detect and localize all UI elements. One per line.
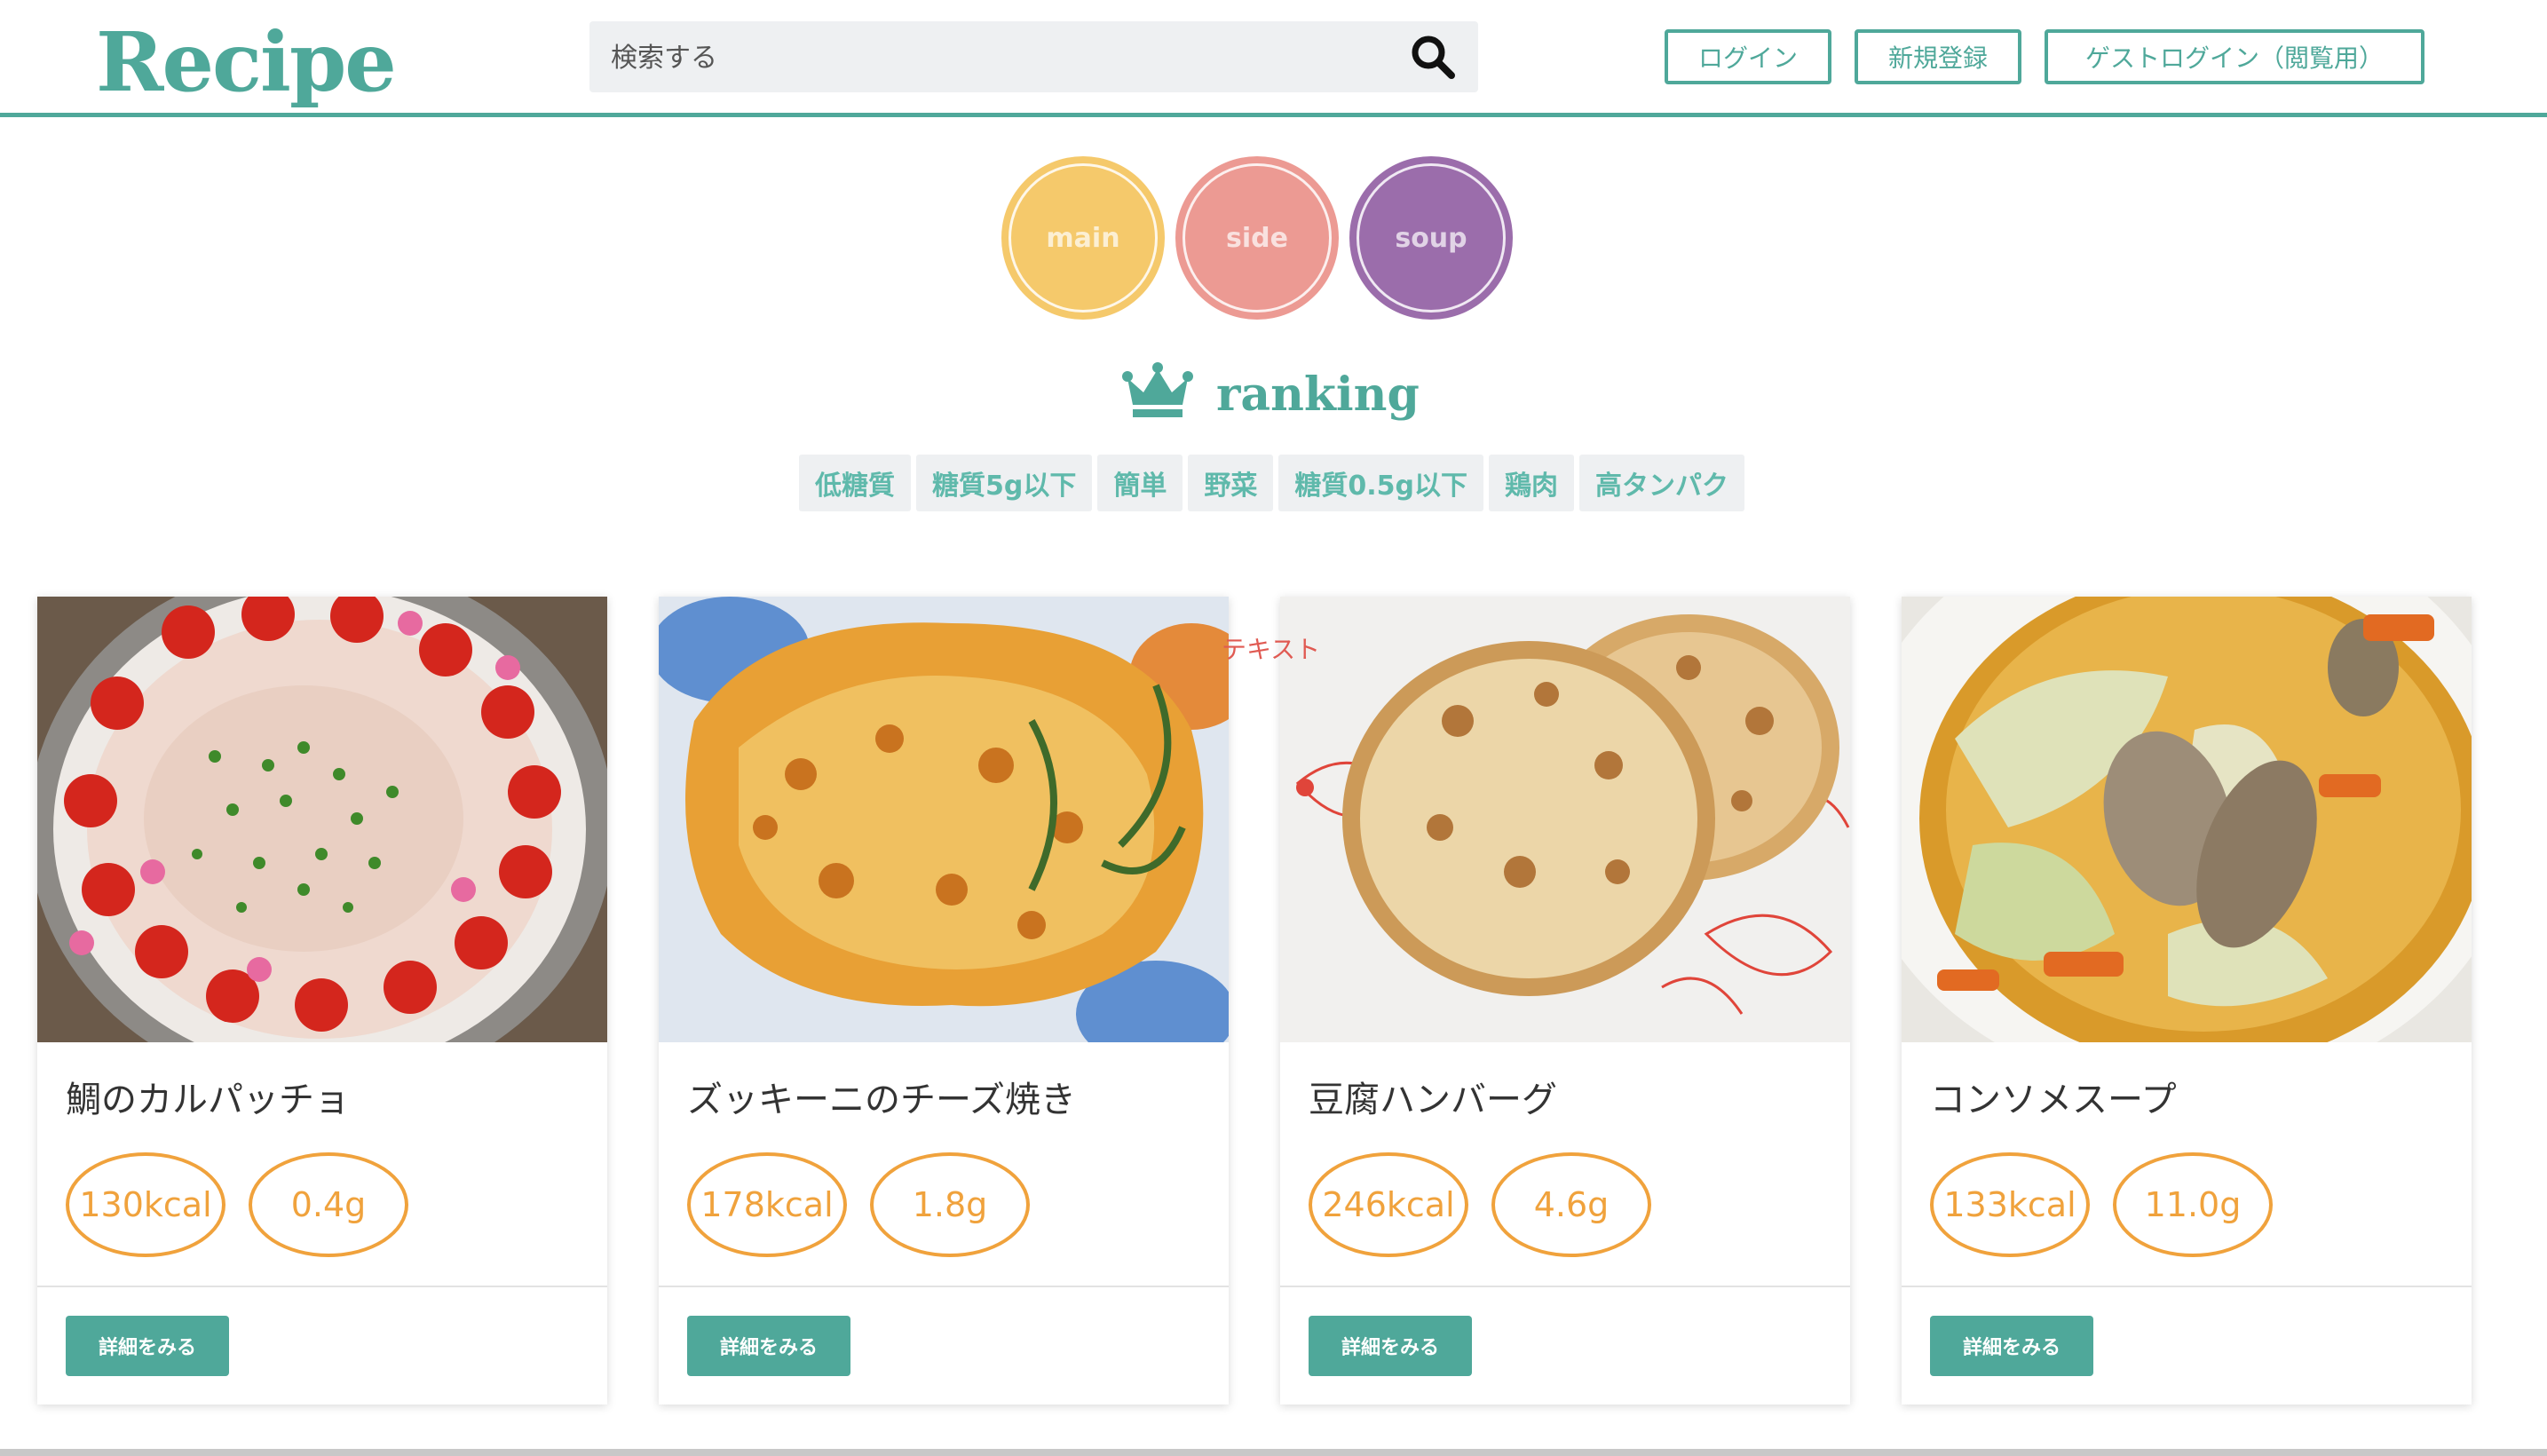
- detail-button[interactable]: 詳細をみる: [1930, 1316, 2093, 1376]
- calories-badge: 133kcal: [1930, 1152, 2090, 1257]
- recipe-photo[interactable]: [1280, 597, 1850, 1042]
- tag-vegetable[interactable]: 野菜: [1188, 455, 1274, 511]
- tag-chicken[interactable]: 鶏肉: [1488, 455, 1574, 511]
- placeholder-text: テキスト: [1222, 635, 1321, 664]
- carbs-badge: 11.0g: [2113, 1152, 2273, 1257]
- category-main[interactable]: main: [1001, 156, 1165, 320]
- ranking-tags: 低糖質 糖質5g以下 簡単 野菜 糖質0.5g以下 鶏肉 高タンパク: [799, 455, 1744, 511]
- recipe-name: 鯛のカルパッチョ: [66, 1080, 350, 1120]
- tag-carb-0-5g[interactable]: 糖質0.5g以下: [1278, 455, 1483, 511]
- footer-bar: [0, 1449, 2547, 1456]
- detail-button[interactable]: 詳細をみる: [687, 1316, 850, 1376]
- tag-high-protein[interactable]: 高タンパク: [1578, 455, 1744, 511]
- signup-button[interactable]: 新規登録: [1855, 29, 2021, 84]
- recipe-photo[interactable]: [1902, 597, 2472, 1042]
- calories-badge: 178kcal: [687, 1152, 847, 1257]
- guest-login-button[interactable]: ゲストログイン（閲覧用）: [2045, 29, 2424, 84]
- recipe-photo[interactable]: [659, 597, 1229, 1042]
- detail-button[interactable]: 詳細をみる: [1309, 1316, 1472, 1376]
- category-side[interactable]: side: [1175, 156, 1339, 320]
- tag-low-carb[interactable]: 低糖質: [799, 455, 911, 511]
- carbs-badge: 0.4g: [249, 1152, 408, 1257]
- detail-button[interactable]: 詳細をみる: [66, 1316, 229, 1376]
- site-header: Recipe ログイン 新規登録 ゲストログイン（閲覧用）: [0, 0, 2547, 117]
- recipe-name: 豆腐ハンバーグ: [1309, 1080, 1557, 1120]
- carbs-badge: 4.6g: [1491, 1152, 1651, 1257]
- ranking-title: ranking: [1216, 368, 1420, 422]
- tag-easy[interactable]: 簡単: [1097, 455, 1183, 511]
- recipe-card[interactable]: 鯛のカルパッチョ 130kcal 0.4g 詳細をみる: [37, 597, 607, 1405]
- search-button[interactable]: [1407, 32, 1460, 82]
- recipe-card[interactable]: コンソメスープ 133kcal 11.0g 詳細をみる: [1902, 597, 2472, 1405]
- recipe-name: コンソメスープ: [1930, 1080, 2177, 1120]
- category-soup-label: soup: [1395, 222, 1467, 254]
- login-button[interactable]: ログイン: [1665, 29, 1831, 84]
- search-input[interactable]: [609, 21, 1394, 94]
- calories-badge: 246kcal: [1309, 1152, 1468, 1257]
- category-side-label: side: [1226, 222, 1288, 254]
- recipe-card[interactable]: ズッキーニのチーズ焼き 178kcal 1.8g 詳細をみる: [659, 597, 1229, 1405]
- category-main-label: main: [1046, 222, 1120, 254]
- search-icon: [1412, 36, 1455, 79]
- carbs-badge: 1.8g: [870, 1152, 1030, 1257]
- search-bar: [589, 21, 1478, 94]
- recipe-photo[interactable]: [37, 597, 607, 1042]
- crown-icon: [1122, 362, 1193, 417]
- site-logo[interactable]: Recipe: [96, 9, 397, 115]
- tag-carb-5g[interactable]: 糖質5g以下: [916, 455, 1093, 511]
- recipe-card[interactable]: 豆腐ハンバーグ 246kcal 4.6g 詳細をみる: [1280, 597, 1850, 1405]
- category-soup[interactable]: soup: [1349, 156, 1513, 320]
- recipe-name: ズッキーニのチーズ焼き: [687, 1080, 1076, 1120]
- calories-badge: 130kcal: [66, 1152, 225, 1257]
